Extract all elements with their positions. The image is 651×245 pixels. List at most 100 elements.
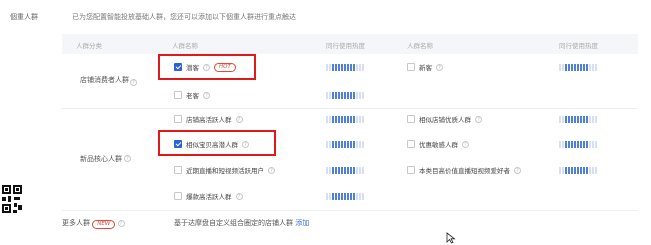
option-label: 爆款高活跃人群: [186, 193, 232, 201]
column-header-category: 人群分类: [76, 42, 102, 50]
more-text: 基于达摩盘自定义组合圈定的店铺人群: [174, 219, 293, 227]
checkbox-icon[interactable]: [174, 166, 182, 174]
option-row-left[interactable]: 近期直播和短视频活跃用户 ?: [174, 165, 275, 175]
heat-segment: [595, 116, 597, 123]
heat-segment: [356, 92, 358, 99]
help-icon[interactable]: ?: [268, 166, 275, 174]
heat-segment: [329, 92, 331, 99]
heat-segment: [332, 92, 334, 99]
heat-segment: [359, 141, 361, 148]
help-icon[interactable]: ?: [124, 155, 131, 162]
heat-segment: [589, 141, 591, 148]
heat-segment: [326, 92, 328, 99]
checkbox-icon[interactable]: [174, 91, 182, 99]
option-row-right[interactable]: 优惠敏感人群 ?: [407, 139, 469, 149]
heat-segment: [356, 141, 358, 148]
heat-segment: [344, 193, 346, 200]
heat-segment: [338, 193, 340, 200]
heat-segment: [347, 141, 349, 148]
option-label: 店铺高活跃人群: [186, 116, 232, 124]
heat-segment: [565, 167, 567, 174]
checkbox-icon[interactable]: [407, 166, 415, 174]
option-label: 优惠敏感人群: [419, 141, 458, 149]
help-icon[interactable]: ?: [235, 192, 243, 200]
heat-segment: [595, 141, 597, 148]
new-badge: NEW: [92, 220, 116, 229]
option-label: 新客: [419, 64, 432, 72]
heat-segment: [574, 167, 576, 174]
heat-segment: [326, 167, 328, 174]
heat-segment: [329, 116, 331, 123]
heat-segment: [350, 92, 352, 99]
heat-segment: [326, 193, 328, 200]
checkbox-icon[interactable]: [407, 140, 415, 148]
heat-segment: [577, 116, 579, 123]
help-icon[interactable]: ?: [514, 166, 521, 174]
option-label: 近期直播和短视频活跃用户: [186, 167, 264, 175]
heat-segment: [335, 193, 337, 200]
heat-bar: [559, 116, 597, 123]
heat-segment: [356, 167, 358, 174]
heat-segment: [353, 116, 355, 123]
heat-segment: [347, 116, 349, 123]
help-icon[interactable]: ?: [130, 79, 137, 86]
option-row-right[interactable]: 本类目高价值直播短视频爱好者 ?: [407, 165, 521, 175]
group-divider: [62, 108, 638, 109]
heat-segment: [583, 64, 585, 71]
highlight-box: [158, 130, 276, 156]
group-divider: [62, 210, 638, 211]
heat-segment: [359, 92, 361, 99]
heat-segment: [559, 167, 561, 174]
help-icon[interactable]: ?: [462, 140, 469, 148]
heat-segment: [353, 167, 355, 174]
help-icon[interactable]: ?: [235, 115, 243, 123]
table-header: 人群分类 人群名称 同行使用热度 人群名称 同行使用热度: [62, 34, 638, 54]
heat-segment: [565, 64, 567, 71]
option-row-right[interactable]: 新客 ?: [407, 62, 443, 72]
heat-segment: [353, 92, 355, 99]
option-row-left[interactable]: 老客 ?: [174, 90, 210, 100]
option-label: 本类目高价值直播短视频爱好者: [419, 167, 510, 175]
option-row-left[interactable]: 爆款高活跃人群 ?: [174, 191, 243, 201]
heat-segment: [356, 193, 358, 200]
heat-segment: [335, 141, 337, 148]
add-link[interactable]: 添加: [295, 219, 309, 227]
heat-segment: [335, 64, 337, 71]
heat-segment: [562, 116, 564, 123]
column-header-name-right: 人群名称: [407, 42, 433, 50]
section-header: 個重人群 已为您配置智能投放基础人群，您还可以添加以下個重人群进行重点触达: [10, 12, 641, 24]
heat-segment: [580, 167, 582, 174]
option-label: 老客: [186, 92, 199, 100]
option-row-left[interactable]: 店铺高活跃人群 ?: [174, 114, 243, 124]
qr-code-icon: [0, 183, 24, 245]
heat-segment: [344, 167, 346, 174]
heat-segment: [347, 64, 349, 71]
checkbox-icon[interactable]: [174, 192, 182, 200]
heat-segment: [577, 141, 579, 148]
heat-segment: [341, 167, 343, 174]
heat-segment: [568, 141, 570, 148]
audience-table: 人群分类 人群名称 同行使用热度 人群名称 同行使用热度 店铺消费者人群 ? 潜…: [62, 34, 638, 234]
heat-segment: [350, 167, 352, 174]
help-icon[interactable]: ?: [203, 91, 210, 99]
help-icon[interactable]: ?: [475, 115, 482, 123]
section-title: 個重人群: [10, 13, 38, 21]
heat-segment: [326, 141, 328, 148]
column-header-name-left: 人群名称: [172, 42, 198, 50]
heat-segment: [571, 64, 573, 71]
help-icon[interactable]: ?: [436, 63, 443, 71]
option-row-right[interactable]: 相似店铺优质人群 ?: [407, 114, 482, 124]
heat-segment: [344, 92, 346, 99]
heat-segment: [350, 141, 352, 148]
heat-segment: [586, 64, 588, 71]
heat-segment: [332, 167, 334, 174]
checkbox-icon[interactable]: [407, 115, 415, 123]
group-category-newproduct: 新品核心人群: [80, 155, 122, 163]
heat-bar: [559, 141, 597, 148]
checkbox-icon[interactable]: [407, 63, 415, 71]
group-category-store: 店铺消费者人群: [80, 76, 129, 84]
heat-segment: [583, 167, 585, 174]
heat-segment: [347, 92, 349, 99]
help-icon[interactable]: ?: [117, 220, 125, 227]
checkbox-icon[interactable]: [174, 115, 182, 123]
